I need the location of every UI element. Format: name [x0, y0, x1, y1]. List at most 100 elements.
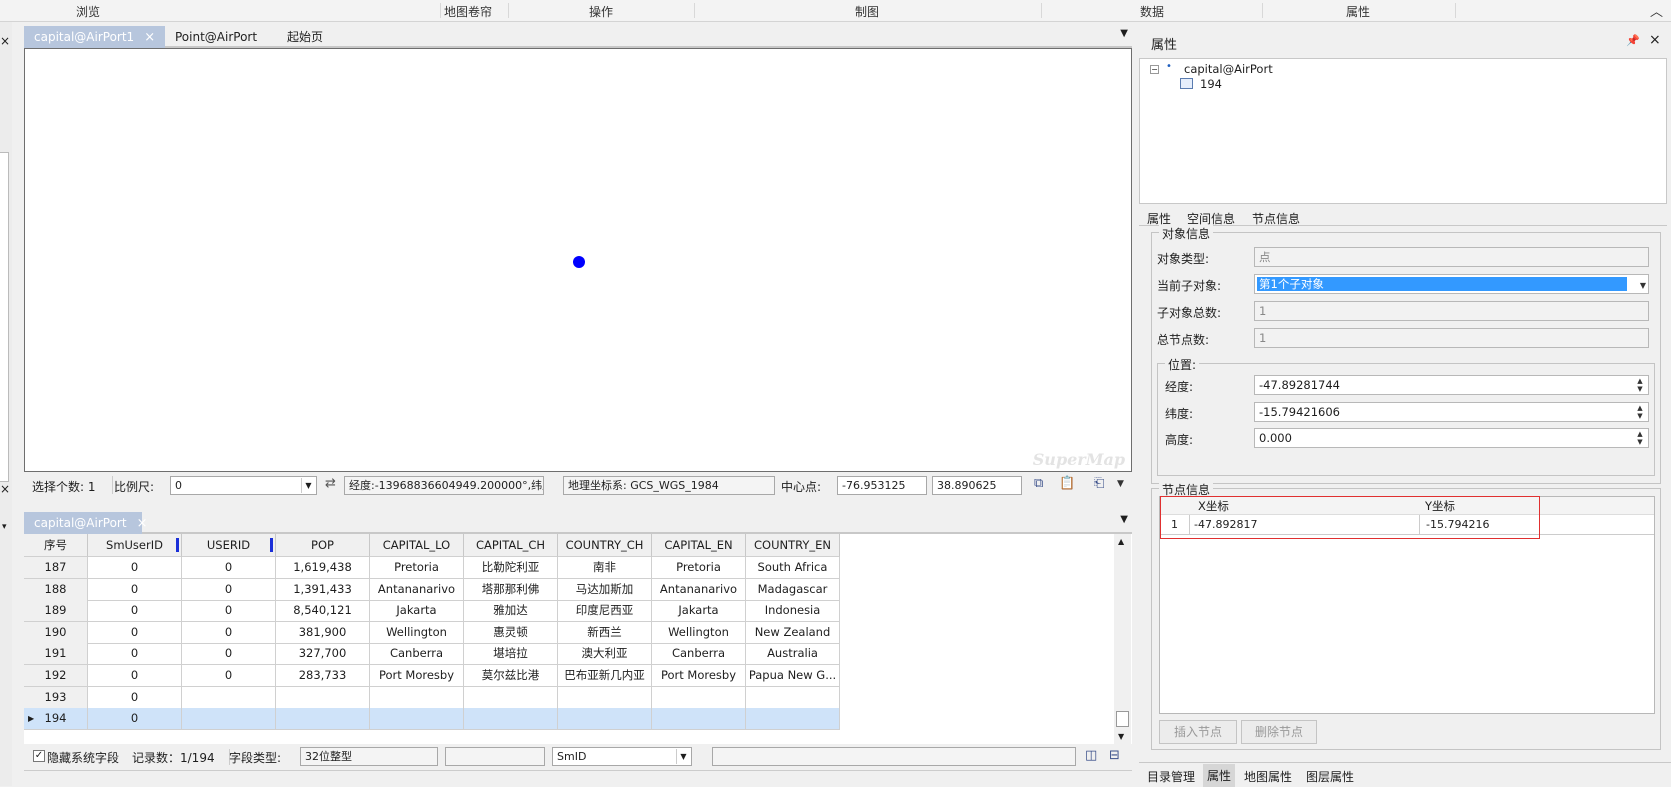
ribbon-collapse-icon[interactable]: ︿: [1650, 1, 1663, 20]
ribbon-tab-cartography[interactable]: 制图: [855, 3, 879, 20]
close-icon[interactable]: ×: [0, 482, 10, 496]
table-cell[interactable]: 327,700: [276, 643, 370, 666]
tree-collapse-icon[interactable]: −: [1150, 65, 1159, 74]
copy-icon[interactable]: ⧉: [1034, 476, 1043, 491]
spin-down-icon[interactable]: ▼: [1634, 385, 1646, 393]
table-cell[interactable]: [652, 708, 746, 731]
table-cell[interactable]: 191: [24, 643, 88, 666]
column-header[interactable]: POP: [276, 534, 370, 557]
spin-up-icon[interactable]: ▲: [1634, 404, 1646, 412]
spin-up-icon[interactable]: ▲: [1634, 430, 1646, 438]
close-icon[interactable]: ×: [0, 34, 10, 48]
table-cell[interactable]: Canberra: [652, 643, 746, 666]
chevron-down-icon[interactable]: ▼: [301, 478, 315, 493]
table-cell[interactable]: 0: [88, 578, 182, 601]
table-cell[interactable]: [558, 686, 652, 709]
ribbon-tab-map-swipe[interactable]: 地图卷帘: [444, 3, 492, 20]
pin-icon[interactable]: 📌: [1626, 34, 1640, 47]
table-cell[interactable]: 0: [182, 621, 276, 644]
table-cell[interactable]: 187: [24, 557, 88, 579]
table-cell[interactable]: 189: [24, 600, 88, 623]
table-cell[interactable]: Wellington: [370, 621, 464, 644]
ribbon-tab-data[interactable]: 数据: [1140, 3, 1164, 20]
dropdown-arrow-icon[interactable]: ▾: [2, 522, 7, 532]
table-cell[interactable]: 0: [182, 600, 276, 623]
table-cell[interactable]: South Africa: [746, 557, 840, 579]
tab-layer-properties[interactable]: 图层属性: [1306, 768, 1354, 785]
longitude-input[interactable]: -47.89281744 ▲ ▼: [1254, 375, 1649, 395]
current-sub-object-select[interactable]: 第1个子对象 ▼: [1254, 274, 1649, 294]
split-vertical-icon[interactable]: ◫: [1085, 748, 1097, 763]
scroll-down-icon[interactable]: ▼: [1118, 732, 1124, 741]
table-cell[interactable]: Pretoria: [370, 557, 464, 579]
table-cell[interactable]: [558, 708, 652, 731]
spin-up-icon[interactable]: ▲: [1634, 377, 1646, 385]
table-cell[interactable]: Australia: [746, 643, 840, 666]
table-cell[interactable]: Indonesia: [746, 600, 840, 623]
column-header[interactable]: CAPITAL_CH: [464, 534, 558, 557]
table-cell[interactable]: 1,391,433: [276, 578, 370, 601]
table-cell[interactable]: 马达加斯加: [558, 578, 652, 601]
paste-icon[interactable]: 📋: [1059, 476, 1075, 491]
close-icon[interactable]: ×: [137, 516, 148, 531]
table-cell[interactable]: 印度尼西亚: [558, 600, 652, 623]
table-row[interactable]: 194 ▶ 0: [24, 708, 894, 731]
table-cell[interactable]: 194 ▶: [24, 708, 88, 731]
tab-capital-airport-table[interactable]: capital@AirPort ×: [24, 512, 147, 534]
bookmark-icon[interactable]: ⎗: [1094, 476, 1104, 491]
close-icon[interactable]: ×: [1649, 32, 1661, 48]
tab-catalog[interactable]: 目录管理: [1147, 768, 1195, 785]
column-header[interactable]: CAPITAL_EN: [652, 534, 746, 557]
center-x-input[interactable]: -76.953125: [837, 476, 927, 495]
table-cell[interactable]: 0: [182, 665, 276, 687]
tab-capital-airport1[interactable]: capital@AirPort1 ×: [24, 26, 166, 48]
table-cell[interactable]: 堪培拉: [464, 643, 558, 666]
delete-node-button[interactable]: 删除节点: [1241, 720, 1317, 744]
table-cell[interactable]: 0: [182, 643, 276, 666]
table-cell[interactable]: Jakarta: [652, 600, 746, 623]
table-cell[interactable]: 283,733: [276, 665, 370, 687]
table-cell[interactable]: Antananarivo: [652, 578, 746, 601]
scale-combobox[interactable]: 0 ▼: [170, 476, 317, 495]
column-header[interactable]: COUNTRY_EN: [746, 534, 840, 557]
table-cell[interactable]: 190: [24, 621, 88, 644]
table-cell[interactable]: New Zealand: [746, 621, 840, 644]
table-cell[interactable]: Pretoria: [652, 557, 746, 579]
table-cell[interactable]: 塔那那利佛: [464, 578, 558, 601]
ribbon-tab-operation[interactable]: 操作: [589, 3, 613, 20]
table-cell[interactable]: 0: [88, 708, 182, 731]
field-select[interactable]: SmID ▼: [552, 747, 692, 766]
table-row[interactable]: 189 0 0 8,540,121 Jakarta 雅加达 印度尼西亚 Jakarta Indo…: [24, 600, 894, 623]
insert-node-button[interactable]: 插入节点: [1159, 720, 1237, 744]
table-cell[interactable]: Madagascar: [746, 578, 840, 601]
table-cell[interactable]: Wellington: [652, 621, 746, 644]
scroll-thumb[interactable]: [1116, 711, 1129, 727]
table-cell[interactable]: Antananarivo: [370, 578, 464, 601]
table-cell[interactable]: 381,900: [276, 621, 370, 644]
table-cell[interactable]: 192: [24, 665, 88, 687]
table-cell[interactable]: 188: [24, 578, 88, 601]
table-cell[interactable]: [464, 708, 558, 731]
table-row[interactable]: 191 0 0 327,700 Canberra 堪培拉 澳大利亚 Canberra Austr…: [24, 643, 894, 666]
table-cell[interactable]: [652, 686, 746, 709]
column-header[interactable]: CAPITAL_LO: [370, 534, 464, 557]
table-cell[interactable]: [746, 686, 840, 709]
table-cell[interactable]: 比勒陀利亚: [464, 557, 558, 579]
table-cell[interactable]: Papua New G...: [746, 665, 840, 687]
table-cell[interactable]: [370, 708, 464, 731]
table-cell[interactable]: 0: [88, 686, 182, 709]
table-cell[interactable]: [276, 686, 370, 709]
ribbon-tab-browse[interactable]: 浏览: [76, 3, 100, 20]
table-cell[interactable]: [464, 686, 558, 709]
table-cell[interactable]: 莫尔兹比港: [464, 665, 558, 687]
table-row[interactable]: 193 0: [24, 686, 894, 710]
table-vertical-scrollbar[interactable]: ▲ ▼: [1114, 534, 1131, 744]
center-y-input[interactable]: 38.890625: [932, 476, 1022, 495]
ribbon-tab-properties[interactable]: 属性: [1346, 3, 1370, 20]
table-cell[interactable]: 南非: [558, 557, 652, 579]
table-row[interactable]: 192 0 0 283,733 Port Moresby 莫尔兹比港 巴布亚新几内亚 Port…: [24, 665, 894, 688]
attribute-table[interactable]: 序号 SmUserID USERID POP CAPITAL_LO CAPITAL_CH C…: [24, 534, 894, 744]
tree-root-label[interactable]: capital@AirPort: [1184, 62, 1273, 76]
tab-list-dropdown-icon[interactable]: ▼: [1120, 28, 1128, 39]
table-cell[interactable]: 0: [182, 578, 276, 601]
